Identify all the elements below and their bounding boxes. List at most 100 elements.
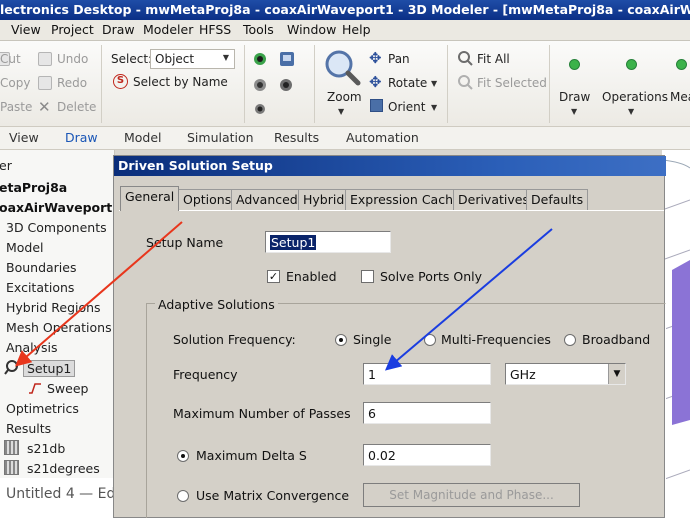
matrix-convergence-label: Use Matrix Convergence xyxy=(196,488,350,503)
menu-window[interactable]: Window xyxy=(287,22,336,37)
view-tools-icons[interactable] xyxy=(250,49,310,119)
copy-button[interactable]: Copy xyxy=(0,76,30,90)
tab-general[interactable]: General xyxy=(120,186,180,211)
separator xyxy=(447,45,448,123)
draw-chevron-down-icon[interactable]: ▼ xyxy=(571,107,577,116)
redo-button[interactable]: Redo xyxy=(57,76,87,90)
menu-project[interactable]: Project xyxy=(51,22,94,37)
tab-advanced[interactable]: Advanced xyxy=(231,189,303,210)
set-magnitude-phase-button[interactable]: Set Magnitude and Phase... xyxy=(363,483,580,507)
redo-icon xyxy=(38,76,52,90)
coax-cylinder-shape xyxy=(672,260,690,425)
menu-view[interactable]: View xyxy=(11,22,41,37)
fit-selected-icon xyxy=(458,75,473,90)
tab-draw[interactable]: Draw xyxy=(65,130,98,145)
single-radio[interactable] xyxy=(335,334,347,346)
broadband-radio[interactable] xyxy=(564,334,576,346)
tree-item-setup1[interactable]: Setup1 xyxy=(23,360,76,377)
measure-button[interactable]: Mea xyxy=(670,90,690,104)
tree-item-hybrid-regions[interactable]: Hybrid Regions xyxy=(6,300,101,315)
max-delta-s-radio[interactable] xyxy=(177,450,189,462)
tab-defaults[interactable]: Defaults xyxy=(526,189,589,210)
pan-button[interactable]: Pan xyxy=(388,52,410,66)
select-by-name-button[interactable]: Select by Name xyxy=(133,75,228,89)
dialog-general-page: Setup Name Setup1 ✓ Enabled Solve Ports … xyxy=(119,210,666,518)
tree-design[interactable]: oaxAirWaveport1 (I xyxy=(0,200,114,215)
menu-tools[interactable]: Tools xyxy=(243,22,274,37)
delete-button[interactable]: Delete xyxy=(57,100,96,114)
frequency-input[interactable]: 1 xyxy=(363,363,491,385)
tree-item-s21degrees[interactable]: s21degrees xyxy=(27,461,100,476)
enabled-checkbox[interactable]: ✓ xyxy=(267,270,280,283)
menu-draw[interactable]: Draw xyxy=(102,22,135,37)
fit-selected-button[interactable]: Fit Selected xyxy=(477,76,547,90)
max-delta-s-input[interactable]: 0.02 xyxy=(363,444,491,466)
driven-solution-setup-dialog: Driven Solution Setup General Options Ad… xyxy=(113,155,666,518)
tab-automation[interactable]: Automation xyxy=(346,130,419,145)
rotate-button[interactable]: Rotate xyxy=(388,76,427,90)
tree-item-optimetrics[interactable]: Optimetrics xyxy=(6,401,79,416)
modeler-viewport[interactable] xyxy=(662,150,690,518)
fit-all-button[interactable]: Fit All xyxy=(477,52,510,66)
operations-green-dot-icon xyxy=(626,59,637,70)
max-delta-s-value: 0.02 xyxy=(368,448,396,463)
tab-hybrid[interactable]: Hybrid xyxy=(298,189,350,210)
undo-button[interactable]: Undo xyxy=(57,52,88,66)
multi-frequencies-radio[interactable] xyxy=(424,334,436,346)
window-title-bar: lectronics Desktop - mwMetaProj8a - coax… xyxy=(0,0,690,20)
max-delta-s-label: Maximum Delta S xyxy=(196,448,307,463)
operations-chevron-down-icon[interactable]: ▼ xyxy=(628,107,634,116)
frequency-unit-value: GHz xyxy=(510,367,536,382)
chevron-down-icon: ▼ xyxy=(222,53,229,62)
select-mode-dropdown[interactable]: Object ▼ xyxy=(150,49,235,69)
viewport-graphics xyxy=(662,159,690,481)
matrix-convergence-radio[interactable] xyxy=(177,490,189,502)
operations-button[interactable]: Operations xyxy=(602,90,668,104)
menu-help[interactable]: Help xyxy=(342,22,371,37)
tree-item-s21db[interactable]: s21db xyxy=(27,441,65,456)
separator xyxy=(314,45,315,123)
setup-name-label: Setup Name xyxy=(146,235,224,250)
tab-results[interactable]: Results xyxy=(274,130,319,145)
orient-chevron-down-icon[interactable]: ▼ xyxy=(431,103,437,112)
orient-button[interactable]: Orient xyxy=(388,100,425,114)
tree-item-results[interactable]: Results xyxy=(6,421,51,436)
max-passes-input[interactable]: 6 xyxy=(363,402,491,424)
undo-icon xyxy=(38,52,52,66)
tab-derivatives[interactable]: Derivatives xyxy=(453,189,534,210)
pan-icon: ✥ xyxy=(369,49,382,67)
select-label: Select: xyxy=(111,52,153,66)
tree-item-analysis[interactable]: Analysis xyxy=(6,340,58,355)
tab-simulation[interactable]: Simulation xyxy=(187,130,254,145)
tree-item-excitations[interactable]: Excitations xyxy=(6,280,74,295)
tree-item-sweep[interactable]: Sweep xyxy=(47,381,88,396)
tab-model[interactable]: Model xyxy=(124,130,162,145)
tree-item-model[interactable]: Model xyxy=(6,240,44,255)
tree-item-3d-components[interactable]: 3D Components xyxy=(6,220,107,235)
draw-button[interactable]: Draw xyxy=(559,90,590,104)
paste-button[interactable]: Paste xyxy=(0,100,32,114)
setup-name-input[interactable]: Setup1 xyxy=(265,231,391,253)
chevron-down-icon[interactable]: ▼ xyxy=(608,364,625,384)
zoom-button[interactable]: Zoom xyxy=(327,90,362,104)
tree-item-mesh-operations[interactable]: Mesh Operations xyxy=(6,320,112,335)
frequency-unit-dropdown[interactable]: GHz ▼ xyxy=(505,363,626,385)
menu-hfss[interactable]: HFSS xyxy=(199,22,231,37)
adaptive-solutions-label: Adaptive Solutions xyxy=(155,297,278,312)
solve-ports-only-checkbox[interactable] xyxy=(361,270,374,283)
single-label: Single xyxy=(353,332,392,347)
tree-project[interactable]: etaProj8a xyxy=(0,180,67,195)
menu-modeler[interactable]: Modeler xyxy=(143,22,193,37)
cut-button[interactable]: Cut xyxy=(0,52,21,66)
select-by-name-icon: S xyxy=(113,74,128,89)
tab-view[interactable]: View xyxy=(9,130,39,145)
fit-all-icon xyxy=(458,51,473,66)
tab-expression-cache[interactable]: Expression Cache xyxy=(345,189,466,210)
rotate-chevron-down-icon[interactable]: ▼ xyxy=(431,79,437,88)
sweep-icon xyxy=(29,383,41,394)
zoom-chevron-down-icon[interactable]: ▼ xyxy=(338,107,344,116)
zoom-magnifier-icon xyxy=(325,50,361,86)
tab-options[interactable]: Options xyxy=(178,189,237,210)
tree-item-boundaries[interactable]: Boundaries xyxy=(6,260,76,275)
orient-cube-icon xyxy=(370,99,383,112)
